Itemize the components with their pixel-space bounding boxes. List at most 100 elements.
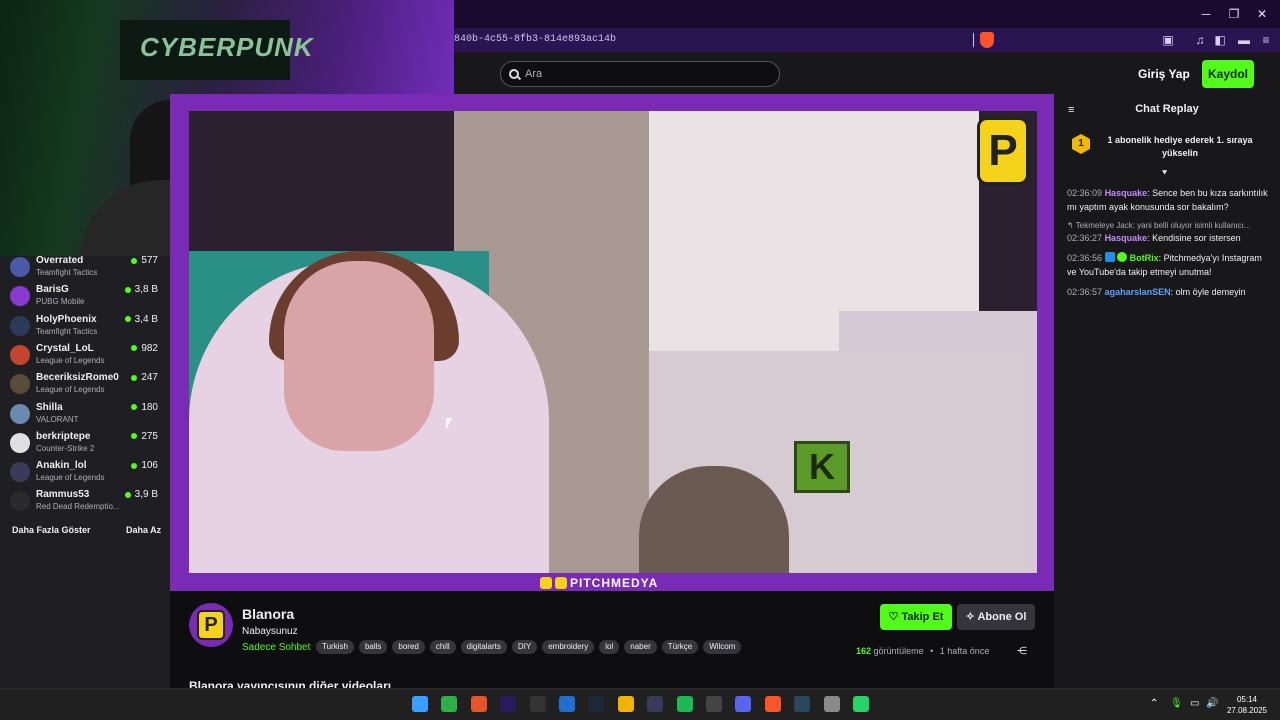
tray-overflow-icon[interactable]: ⌃ xyxy=(1150,698,1158,709)
sidebar-channel[interactable]: BeceriksizRome0 League of Legends 247 xyxy=(10,372,162,401)
live-dot-icon xyxy=(131,462,138,469)
tag[interactable]: chill xyxy=(429,640,456,654)
url-text[interactable]: 840b-4c55-8fb3-814e893ac14b xyxy=(454,34,616,45)
sidebar-toggle-icon[interactable]: ◧ xyxy=(1212,32,1228,48)
sidebar-channel-game: League of Legends xyxy=(36,473,105,483)
tag-list: Turkish balls bored chill digitalarts DIY embr… xyxy=(316,640,742,654)
chat-timestamp: 02:36:09 xyxy=(1067,188,1103,198)
chat-title: Chat Replay xyxy=(1135,103,1199,115)
brave-icon[interactable] xyxy=(764,696,781,712)
follow-button[interactable]: ♡ Takip Et xyxy=(880,604,952,630)
sidebar-viewer-count: 3,8 B xyxy=(124,284,158,296)
show-less-button[interactable]: Daha Az xyxy=(126,525,161,535)
live-dot-icon xyxy=(124,491,131,498)
login-button[interactable]: Giriş Yap xyxy=(1138,67,1190,81)
rank-badge: 1 xyxy=(1072,134,1090,154)
whatsapp-icon[interactable] xyxy=(853,696,869,712)
chat-username[interactable]: Hasquake xyxy=(1105,233,1148,243)
tag[interactable]: Turkish xyxy=(316,640,354,654)
stream-category[interactable]: Sadece Sohbet xyxy=(242,642,310,653)
vpn-icon[interactable]: ▬ xyxy=(1236,32,1252,48)
file-explorer-icon[interactable] xyxy=(617,696,634,712)
live-dot-icon xyxy=(131,345,138,352)
tag[interactable]: digitalarts xyxy=(460,640,507,654)
volume-icon[interactable]: 🔊 xyxy=(1206,698,1218,709)
tag[interactable]: lol xyxy=(599,640,620,654)
sidebar-channel[interactable]: HolyPhoenix Teamfight Tactics 3,4 B xyxy=(10,314,162,343)
verified-icon xyxy=(1117,252,1128,262)
stream-title: Nabaysunuz xyxy=(242,626,298,637)
tab-search-icon[interactable]: ▣ xyxy=(1160,32,1176,48)
sidebar-channel[interactable]: Crystal_LoL League of Legends 982 xyxy=(10,343,162,372)
video-player[interactable]: P K xyxy=(189,111,1037,573)
tag[interactable]: balls xyxy=(358,640,388,654)
taskbar xyxy=(0,688,1280,720)
search-input[interactable]: Ara xyxy=(500,61,780,87)
channel-logo: P xyxy=(197,610,225,640)
obs-icon[interactable] xyxy=(647,696,664,712)
tag[interactable]: bored xyxy=(392,640,425,654)
sidebar-viewer-count: 982 xyxy=(131,343,158,354)
close-icon[interactable]: ✕ xyxy=(1254,6,1270,22)
show-more-button[interactable]: Daha Fazla Göster xyxy=(12,525,91,535)
clock[interactable]: 05:14 27.08.2025 xyxy=(1222,694,1272,716)
sidebar-channel[interactable]: BarisG PUBG Mobile 3,8 B xyxy=(10,284,162,313)
steam-2-icon[interactable] xyxy=(794,696,811,712)
channel-name[interactable]: Blanora xyxy=(242,606,294,622)
sidebar-channel[interactable]: Rammus53 Red Dead Redemptio... 3,9 B xyxy=(10,489,162,518)
channel-avatar xyxy=(10,257,30,277)
streamer-face xyxy=(284,261,434,451)
tag[interactable]: DIY xyxy=(511,640,538,654)
subscribe-button[interactable]: ✧ Abone Ol xyxy=(957,604,1035,630)
pitchmedya-logo: P xyxy=(977,117,1029,185)
remote-desktop-icon[interactable] xyxy=(559,696,575,712)
reply-text: Tekmeleye Jack: yani belli oluyor isimli… xyxy=(1075,221,1251,230)
settings-icon[interactable] xyxy=(823,696,840,712)
tag[interactable]: naber xyxy=(624,640,657,654)
spotify-icon[interactable] xyxy=(676,696,693,712)
expand-pinned-icon[interactable]: ⯆ xyxy=(1161,168,1168,179)
tag[interactable]: Türkçe xyxy=(661,640,699,654)
sidebar-channel[interactable]: Shilla VALORANT 180 xyxy=(10,402,162,431)
sidebar-channel-game: League of Legends xyxy=(36,355,105,365)
tag[interactable]: embroidery xyxy=(542,640,595,654)
display-icon[interactable]: ▭ xyxy=(1190,698,1199,709)
chat-message: 02:36:09 Hasquake: Sence ben bu kıza sar… xyxy=(1067,188,1268,212)
xbox-icon[interactable] xyxy=(441,696,458,712)
minimize-icon[interactable]: ─ xyxy=(1198,6,1214,22)
app-icon[interactable] xyxy=(470,696,487,712)
chat-timestamp: 02:36:56 xyxy=(1067,253,1103,263)
steam-icon[interactable] xyxy=(588,696,605,712)
sidebar-channel-name: Shilla xyxy=(36,401,63,413)
chat-username[interactable]: agaharslanSEN xyxy=(1105,287,1171,297)
discord-icon[interactable] xyxy=(735,696,752,712)
windows-start-icon[interactable] xyxy=(412,696,428,712)
subscribe-label: Abone Ol xyxy=(977,611,1027,623)
brave-shield-icon[interactable] xyxy=(980,32,994,48)
microphone-icon[interactable]: 🎙 xyxy=(1170,698,1183,709)
share-icon[interactable]: ⋲ xyxy=(1017,646,1027,657)
chat-username[interactable]: Hasquake xyxy=(1105,188,1148,198)
epic-games-icon[interactable] xyxy=(529,696,546,712)
pinned-text: 1 abonelik hediye ederek 1. sıraya yükse… xyxy=(1107,135,1253,158)
github-icon[interactable] xyxy=(706,696,722,712)
premiere-icon[interactable] xyxy=(500,696,517,712)
sidebar-channel[interactable]: berkriptepe Counter-Strike 2 275 xyxy=(10,431,162,460)
pinned-message[interactable]: 1 1 abonelik hediye ederek 1. sıraya yük… xyxy=(1054,122,1280,174)
channel-avatar[interactable]: P xyxy=(189,603,233,647)
maximize-icon[interactable]: ❐ xyxy=(1226,6,1242,22)
sidebar-channel-name: Anakin_lol xyxy=(36,460,87,472)
menu-icon[interactable]: ≡ xyxy=(1258,32,1274,48)
signup-button[interactable]: Kaydol xyxy=(1202,60,1254,88)
live-dot-icon xyxy=(131,433,138,440)
chat-username[interactable]: BotRix xyxy=(1130,253,1159,263)
viewer-count: 3,4 B xyxy=(134,313,158,325)
sidebar-channel[interactable]: Overrated Teamfight Tactics 577 xyxy=(10,255,162,284)
viewer-count: 3,8 B xyxy=(134,284,158,296)
sidebar-channel[interactable]: Anakin_lol League of Legends 106 xyxy=(10,460,162,489)
tag[interactable]: Wilcom xyxy=(703,640,742,654)
channel-avatar xyxy=(10,491,30,512)
media-icon[interactable]: ♫ xyxy=(1192,32,1208,48)
sidebar-channel-game: VALORANT xyxy=(36,414,79,424)
live-dot-icon xyxy=(131,257,138,264)
